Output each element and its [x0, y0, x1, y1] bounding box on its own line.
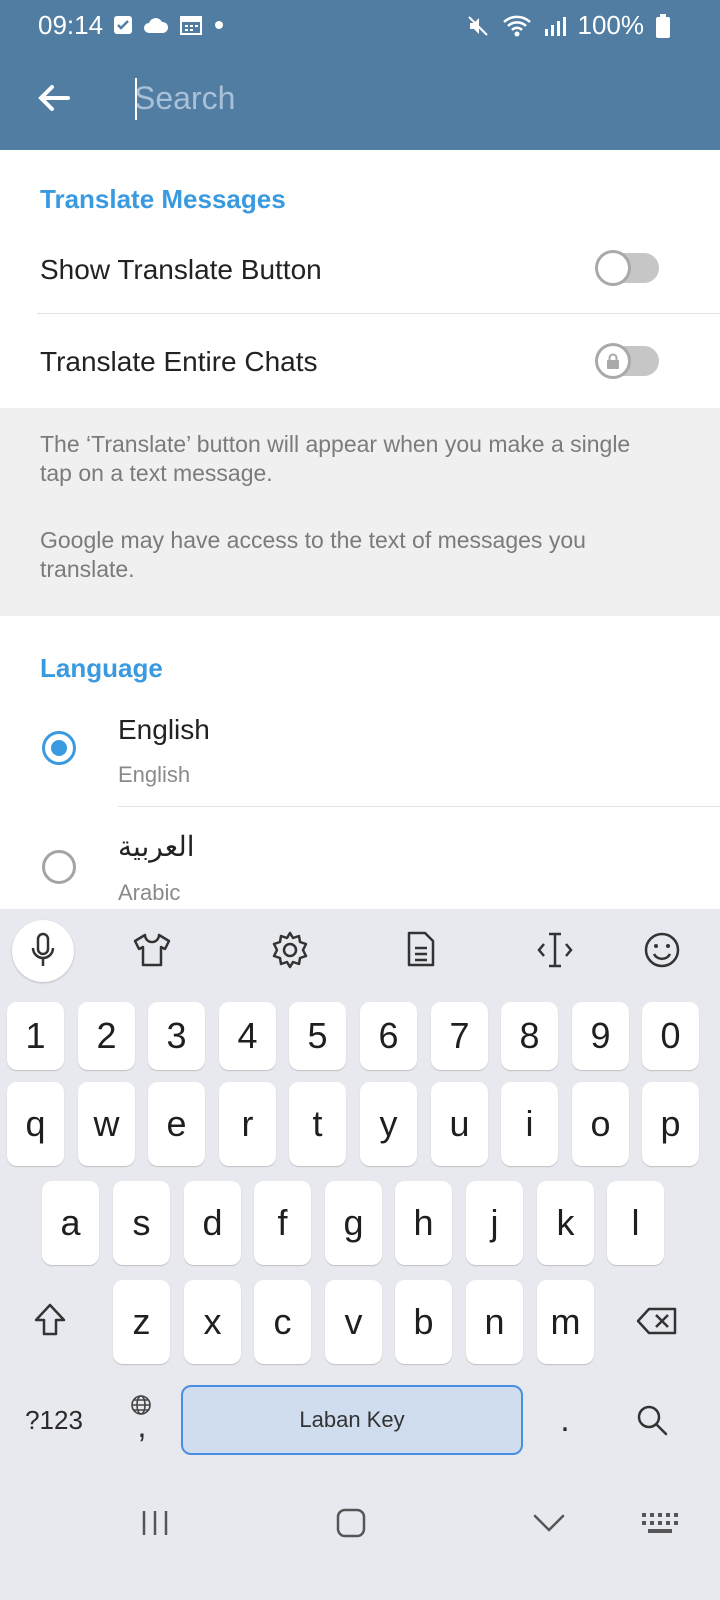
key-r[interactable]: r [219, 1082, 276, 1166]
key-o[interactable]: o [572, 1082, 629, 1166]
key-x[interactable]: x [184, 1280, 241, 1364]
key-g[interactable]: g [325, 1181, 382, 1265]
key-w[interactable]: w [78, 1082, 135, 1166]
key-3[interactable]: 3 [148, 1002, 205, 1070]
battery-percentage: 100% [577, 10, 645, 40]
key-c[interactable]: c [254, 1280, 311, 1364]
key-u[interactable]: u [431, 1082, 488, 1166]
wifi-icon [502, 15, 531, 36]
key-6[interactable]: 6 [360, 1002, 417, 1070]
language-name: English [118, 714, 210, 745]
translate-entire-chats-label[interactable]: Translate Entire Chats [40, 346, 318, 378]
key-b[interactable]: b [395, 1280, 452, 1364]
key-p[interactable]: p [642, 1082, 699, 1166]
section-title-translate: Translate Messages [40, 184, 286, 214]
key-9[interactable]: 9 [572, 1002, 629, 1070]
dot-icon [215, 21, 223, 29]
theme-icon[interactable] [132, 932, 172, 968]
divider [37, 313, 720, 314]
cloud-icon [144, 18, 169, 33]
search-input[interactable] [134, 74, 674, 122]
hide-keyboard-icon[interactable] [532, 1512, 566, 1534]
status-notification-icons [113, 14, 225, 36]
key-n[interactable]: n [466, 1280, 523, 1364]
clipboard-icon[interactable] [406, 930, 436, 968]
checkbox-notification-icon [114, 16, 132, 34]
google-access-info-text: Google may have access to the text of me… [40, 527, 586, 582]
language-subtitle: Arabic [118, 880, 181, 905]
space-bar[interactable]: Laban Key [181, 1385, 523, 1455]
key-1[interactable]: 1 [7, 1002, 64, 1070]
key-z[interactable]: z [113, 1280, 170, 1364]
status-time: 09:14 [38, 10, 104, 40]
microphone-icon [31, 932, 55, 966]
key-v[interactable]: v [325, 1280, 382, 1364]
comma-key[interactable]: , [128, 1406, 156, 1446]
recent-apps-icon[interactable] [140, 1508, 170, 1538]
home-icon[interactable] [334, 1506, 368, 1540]
text-cursor [135, 78, 137, 120]
key-j[interactable]: j [466, 1181, 523, 1265]
language-option-arabic[interactable] [0, 807, 720, 907]
signal-icon [544, 16, 566, 36]
key-e[interactable]: e [148, 1082, 205, 1166]
show-translate-toggle[interactable] [595, 250, 659, 286]
calendar-icon [180, 16, 202, 35]
key-h[interactable]: h [395, 1181, 452, 1265]
translate-info-text: The ‘Translate’ button will appear when … [40, 431, 631, 486]
lock-icon [607, 353, 619, 369]
key-d[interactable]: d [184, 1181, 241, 1265]
key-q[interactable]: q [7, 1082, 64, 1166]
key-l[interactable]: l [607, 1181, 664, 1265]
key-s[interactable]: s [113, 1181, 170, 1265]
search-icon[interactable] [636, 1404, 668, 1436]
radio-arabic[interactable] [42, 850, 76, 884]
translate-entire-chats-toggle[interactable] [595, 343, 659, 379]
symbols-key[interactable]: ?123 [14, 1398, 94, 1442]
language-subtitle: English [118, 762, 191, 787]
show-translate-button-label[interactable]: Show Translate Button [40, 254, 322, 286]
key-0[interactable]: 0 [642, 1002, 699, 1070]
key-f[interactable]: f [254, 1181, 311, 1265]
keyboard-switch-icon[interactable] [640, 1510, 680, 1536]
language-option-english[interactable] [0, 700, 720, 806]
key-4[interactable]: 4 [219, 1002, 276, 1070]
status-system-icons: 100% [466, 10, 670, 41]
key-5[interactable]: 5 [289, 1002, 346, 1070]
key-i[interactable]: i [501, 1082, 558, 1166]
settings-icon[interactable] [270, 930, 310, 970]
key-2[interactable]: 2 [78, 1002, 135, 1070]
key-8[interactable]: 8 [501, 1002, 558, 1070]
battery-icon [656, 13, 670, 38]
section-title-language: Language [40, 653, 163, 683]
period-key[interactable]: . [548, 1400, 582, 1440]
radio-english-selected[interactable] [42, 731, 76, 765]
key-y[interactable]: y [360, 1082, 417, 1166]
key-k[interactable]: k [537, 1181, 594, 1265]
shift-icon[interactable] [33, 1302, 67, 1338]
language-name: العربية [118, 831, 195, 862]
key-7[interactable]: 7 [431, 1002, 488, 1070]
key-t[interactable]: t [289, 1082, 346, 1166]
emoji-icon[interactable] [642, 930, 682, 970]
backspace-icon[interactable] [636, 1306, 678, 1336]
mute-icon [467, 15, 488, 36]
back-arrow-icon[interactable] [34, 78, 74, 118]
key-a[interactable]: a [42, 1181, 99, 1265]
cursor-icon[interactable] [536, 930, 574, 970]
key-m[interactable]: m [537, 1280, 594, 1364]
